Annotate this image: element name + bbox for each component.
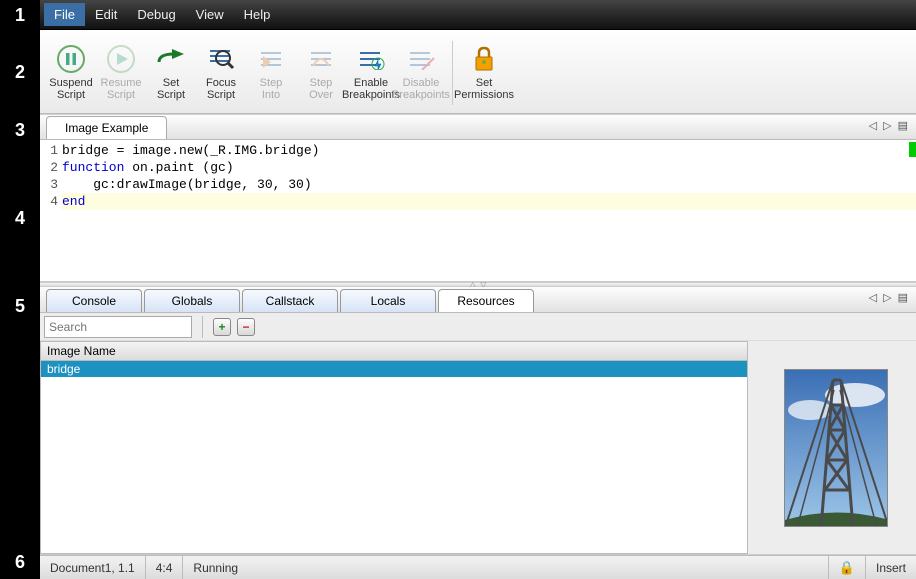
- tab-next-icon[interactable]: ▷: [883, 119, 891, 132]
- annotation-4: 4: [0, 146, 40, 291]
- breakpoints-off-icon: [405, 43, 437, 75]
- tab-list-icon[interactable]: ▤: [898, 119, 908, 132]
- step-into-icon: [255, 43, 287, 75]
- pause-icon: [55, 43, 87, 75]
- play-icon: [105, 43, 137, 75]
- step-over-icon: [305, 43, 337, 75]
- toolbar-separator: [452, 41, 453, 105]
- editor-tabbar: Image Example ◁ ▷ ▤: [40, 114, 916, 140]
- tool-label: SetScript: [157, 77, 185, 103]
- panel-list-icon[interactable]: ▤: [898, 291, 908, 304]
- tab-console[interactable]: Console: [46, 289, 142, 312]
- tool-label: FocusScript: [206, 77, 236, 103]
- resources-panel: + − Image Name bridge: [40, 313, 916, 555]
- tool-label: StepInto: [260, 77, 283, 103]
- resource-item[interactable]: bridge: [41, 361, 747, 377]
- arrow-right-icon: [155, 43, 187, 75]
- preview-image: [784, 369, 888, 527]
- annotation-3: 3: [0, 114, 40, 146]
- resources-header: Image Name: [40, 341, 748, 361]
- status-state: Running: [183, 556, 248, 579]
- annotation-1: 1: [0, 0, 40, 30]
- code-editor[interactable]: 1 2 3 4 bridge = image.new(_R.IMG.bridge…: [40, 140, 916, 282]
- menu-help[interactable]: Help: [234, 3, 281, 26]
- add-button[interactable]: +: [213, 318, 231, 336]
- tab-callstack[interactable]: Callstack: [242, 289, 338, 312]
- magnify-icon: [205, 43, 237, 75]
- step-over-button[interactable]: StepOver: [296, 41, 346, 105]
- tool-label: DisableBreakpoints: [392, 77, 450, 103]
- tab-locals[interactable]: Locals: [340, 289, 436, 312]
- tab-resources[interactable]: Resources: [438, 289, 534, 312]
- code-content[interactable]: bridge = image.new(_R.IMG.bridge) functi…: [62, 140, 916, 281]
- set-script-button[interactable]: SetScript: [146, 41, 196, 105]
- search-input[interactable]: [44, 316, 192, 338]
- lock-icon: [468, 43, 500, 75]
- bottom-tabbar: Console Globals Callstack Locals Resourc…: [40, 287, 916, 313]
- tool-label: StepOver: [309, 77, 333, 103]
- menu-debug[interactable]: Debug: [127, 3, 185, 26]
- menu-file[interactable]: File: [44, 3, 85, 26]
- set-permissions-button[interactable]: SetPermissions: [459, 41, 509, 105]
- remove-button[interactable]: −: [237, 318, 255, 336]
- step-into-button[interactable]: StepInto: [246, 41, 296, 105]
- status-document: Document1, 1.1: [40, 556, 146, 579]
- annotation-2: 2: [0, 30, 40, 114]
- tool-label: SuspendScript: [49, 77, 92, 103]
- panel-prev-icon[interactable]: ◁: [869, 291, 877, 304]
- status-position: 4:4: [146, 556, 184, 579]
- panel-next-icon[interactable]: ▷: [883, 291, 891, 304]
- focus-script-button[interactable]: FocusScript: [196, 41, 246, 105]
- breakpoints-on-icon: [355, 43, 387, 75]
- annotation-6: 6: [0, 321, 40, 579]
- preview-pane: [756, 341, 916, 554]
- marker-icon: [909, 142, 916, 157]
- tool-label: ResumeScript: [101, 77, 142, 103]
- resume-script-button[interactable]: ResumeScript: [96, 41, 146, 105]
- statusbar: Document1, 1.1 4:4 Running 🔒 Insert: [40, 555, 916, 579]
- annotation-5: 5: [0, 291, 40, 321]
- tool-label: SetPermissions: [454, 77, 514, 103]
- line-numbers: 1 2 3 4: [40, 140, 62, 281]
- suspend-script-button[interactable]: SuspendScript: [46, 41, 96, 105]
- editor-tab[interactable]: Image Example: [46, 116, 167, 139]
- menubar: File Edit Debug View Help: [40, 0, 916, 30]
- tab-globals[interactable]: Globals: [144, 289, 240, 312]
- tab-prev-icon[interactable]: ◁: [869, 119, 877, 132]
- toolbar: SuspendScript ResumeScript SetScript Foc…: [40, 30, 916, 114]
- enable-breakpoints-button[interactable]: EnableBreakpoints: [346, 41, 396, 105]
- status-mode: Insert: [865, 556, 916, 579]
- status-lock-icon: 🔒: [828, 556, 865, 579]
- resources-list[interactable]: bridge: [40, 361, 748, 554]
- menu-edit[interactable]: Edit: [85, 3, 127, 26]
- menu-view[interactable]: View: [186, 3, 234, 26]
- disable-breakpoints-button[interactable]: DisableBreakpoints: [396, 41, 446, 105]
